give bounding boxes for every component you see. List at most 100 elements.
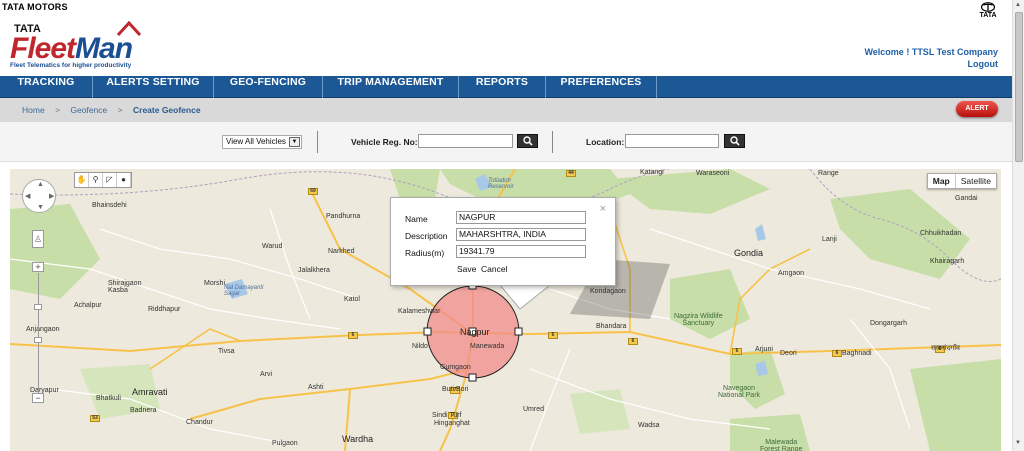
map-label: Dongargarh [870, 320, 907, 327]
tata-logo-icon [981, 2, 995, 12]
map-label: Shirajgaon Kasba [108, 280, 142, 294]
breadcrumb-band: Home > Geofence > Create Geofence [0, 98, 1012, 122]
map-label: Wadsa [638, 422, 660, 429]
nav-tracking[interactable]: TRACKING [0, 76, 93, 98]
zoom-out-button[interactable]: − [32, 393, 44, 403]
map-label: Khairagarh [930, 258, 965, 265]
filter-divider [317, 131, 318, 153]
pan-control-icon[interactable]: ▲ ▼ ◀ ▶ [22, 179, 56, 213]
radius-input[interactable]: 19341.79 [456, 245, 586, 258]
nav-alerts-setting[interactable]: ALERTS SETTING [93, 76, 214, 98]
geofence-popup: × Name NAGPUR Description MAHARSHTRA, IN… [390, 197, 616, 286]
chevron-down-icon[interactable]: ▼ [289, 137, 300, 147]
logo-fleetman-text: FleetMan [10, 32, 133, 66]
radius-label: Radius(m) [405, 248, 445, 258]
alert-button[interactable]: ALERT [956, 101, 998, 117]
map-label: Wardha [342, 434, 374, 444]
logout-link[interactable]: Logout [968, 59, 999, 69]
polygon-tool-icon[interactable]: ◸ [103, 173, 117, 187]
location-search-button[interactable] [724, 134, 745, 148]
name-input[interactable]: NAGPUR [456, 211, 586, 224]
save-button[interactable]: Save [457, 264, 476, 274]
nav-geo-fencing[interactable]: GEO-FENCING [214, 76, 323, 98]
search-icon [729, 136, 740, 146]
map-label: Deori [780, 350, 797, 357]
map-type-control: Map Satellite [926, 173, 997, 189]
pan-right-icon[interactable]: ▶ [49, 192, 54, 200]
highway-shield: 6 [732, 348, 742, 355]
nav-reports[interactable]: REPORTS [459, 76, 546, 98]
tata-logo-text: TATA [979, 12, 997, 19]
map-label: Manewada [470, 343, 505, 350]
zoom-tick [34, 304, 42, 310]
highway-shield: 6 [832, 350, 842, 357]
description-input[interactable]: MAHARSHTRA, INDIA [456, 228, 586, 241]
cancel-button[interactable]: Cancel [481, 264, 507, 274]
scroll-down-icon[interactable]: ▼ [1015, 440, 1021, 446]
location-label: Location: [586, 137, 625, 147]
map-label: Amravati [132, 387, 168, 397]
map-label: Range [818, 170, 839, 177]
map-label: Chandur [186, 419, 213, 426]
page-scrollbar[interactable]: ▲ ▼ [1012, 0, 1024, 451]
logo-man-word: Man [75, 32, 133, 65]
map-label: Pulgaon [272, 440, 298, 447]
highway-shield: 69 [308, 188, 318, 195]
map-label: Ashti [308, 384, 324, 391]
map-label: Bhandara [596, 323, 627, 330]
map-label: Sindi Turf [432, 412, 462, 419]
map-type-satellite[interactable]: Satellite [956, 174, 996, 188]
main-nav: TRACKING ALERTS SETTING GEO-FENCING TRIP… [0, 76, 1012, 98]
map-label: राजनांदगाँव [931, 345, 960, 352]
zoom-in-button[interactable]: + [32, 262, 44, 272]
map-label: Navegaon National Park [718, 385, 761, 399]
breadcrumb-home[interactable]: Home [22, 105, 45, 115]
map-label: Gondia [734, 248, 764, 258]
map-label: Badnera [130, 407, 157, 414]
nav-trip-management[interactable]: TRIP MANAGEMENT [323, 76, 459, 98]
pan-left-icon[interactable]: ◀ [25, 192, 30, 200]
vehicle-search-button[interactable] [517, 134, 538, 148]
map-label: Arvi [260, 371, 273, 378]
map-label: Umred [523, 406, 545, 413]
pan-down-icon[interactable]: ▼ [37, 204, 44, 211]
welcome-text: Welcome ! TTSL Test Company [864, 47, 998, 57]
page: TATA MOTORS TATA TATA FleetMan Fleet Tel… [0, 0, 1024, 451]
map-label: Jalalkhera [298, 267, 330, 274]
filter-divider [552, 131, 553, 153]
map-label: Bhatkuli [96, 395, 121, 402]
map-label: Warud [262, 243, 283, 250]
highway-shield: 6 [548, 332, 558, 339]
location-input[interactable] [625, 134, 719, 148]
drawing-toolbar: ✋ ⚲ ◸ ● [74, 172, 132, 188]
zoom-slider-thumb[interactable] [34, 337, 42, 343]
fleetman-logo[interactable]: TATA FleetMan Fleet Telematics for highe… [8, 20, 148, 72]
breadcrumb-separator: > [55, 105, 61, 115]
nav-preferences[interactable]: PREFERENCES [546, 76, 657, 98]
map-label: Nagzira Wildlife Sanctuary [674, 313, 723, 327]
scroll-thumb[interactable] [1015, 12, 1023, 162]
view-vehicles-select[interactable]: View All Vehicles ▼ [222, 135, 302, 149]
vehicle-reg-input[interactable] [418, 134, 513, 148]
circle-tool-icon[interactable]: ● [117, 173, 131, 187]
map-label: Pandhurna [326, 213, 361, 220]
close-icon[interactable]: × [600, 203, 606, 215]
hand-tool-icon[interactable]: ✋ [75, 173, 89, 187]
breadcrumb: Home > Geofence > Create Geofence [22, 105, 209, 115]
map-label: Hinganghat [434, 420, 470, 427]
map-label: Katangi [640, 169, 664, 176]
view-select-value: View All Vehicles [226, 137, 286, 146]
pegman-icon[interactable]: ♙ [32, 230, 44, 248]
zoom-slider-track[interactable] [38, 273, 39, 395]
scroll-up-icon[interactable]: ▲ [1015, 2, 1021, 8]
map-label: Totladoh Reservoir [488, 178, 514, 190]
search-icon [522, 136, 533, 146]
breadcrumb-geofence[interactable]: Geofence [70, 105, 107, 115]
highway-shield: 6 [348, 332, 358, 339]
map-type-map[interactable]: Map [928, 174, 956, 188]
marker-tool-icon[interactable]: ⚲ [89, 173, 103, 187]
pan-up-icon[interactable]: ▲ [37, 181, 44, 188]
map-label: Amgaon [778, 270, 805, 277]
map-label: Baghnadi [842, 350, 872, 357]
map-label: Gandai [955, 195, 978, 202]
